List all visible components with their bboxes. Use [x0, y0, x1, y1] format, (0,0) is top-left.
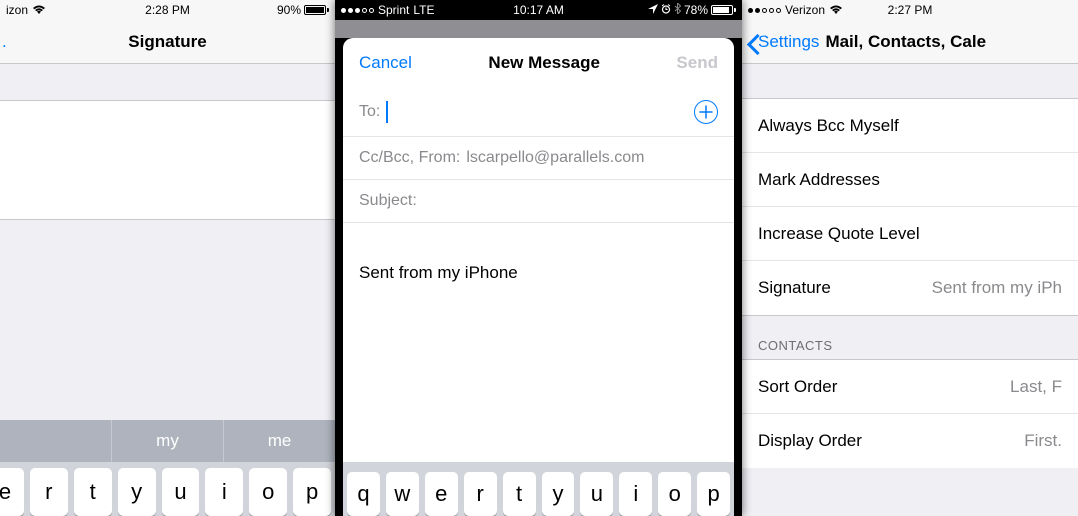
page-title: Signature — [0, 32, 335, 52]
status-bar: Verizon 2:27 PM — [742, 0, 1078, 20]
keyboard-row: e r t y u i o p — [0, 462, 335, 516]
row-increase-quote[interactable]: Increase Quote Level — [742, 207, 1078, 261]
bluetooth-icon — [674, 3, 681, 17]
panel-new-message: Sprint LTE 10:17 AM 78% Cancel New Messa… — [335, 0, 742, 516]
row-value: First. — [1024, 431, 1062, 451]
row-value: Sent from my iPh — [932, 278, 1062, 298]
compose-title: New Message — [488, 53, 600, 73]
row-label: Signature — [758, 278, 831, 298]
back-button[interactable]: Settings — [742, 32, 819, 52]
key[interactable]: u — [162, 468, 200, 516]
keyboard-suggestions: my me — [0, 420, 335, 462]
clock: 2:28 PM — [145, 3, 190, 17]
cancel-button[interactable]: Cancel — [359, 53, 412, 73]
send-button[interactable]: Send — [676, 53, 718, 73]
chevron-left-icon — [746, 35, 758, 55]
signal-dots-icon — [341, 8, 374, 13]
compose-nav: Cancel New Message Send — [343, 38, 734, 88]
row-signature[interactable]: Signature Sent from my iPh — [742, 261, 1078, 315]
row-value: Last, F — [1010, 377, 1062, 397]
carrier-label: Verizon — [785, 3, 825, 17]
key[interactable]: o — [249, 468, 287, 516]
row-label: Mark Addresses — [758, 170, 880, 190]
subject-label: Subject: — [359, 192, 417, 210]
clock: 2:27 PM — [888, 3, 933, 17]
carrier-label: Sprint — [378, 3, 409, 17]
key[interactable]: w — [386, 472, 419, 516]
key[interactable]: o — [658, 472, 691, 516]
key[interactable]: t — [74, 468, 112, 516]
key[interactable]: i — [619, 472, 652, 516]
add-contact-button[interactable] — [694, 100, 718, 124]
panel-mail-settings: Verizon 2:27 PM Settings Mail, Contacts,… — [742, 0, 1078, 516]
background-sheet — [335, 20, 742, 38]
key[interactable]: r — [464, 472, 497, 516]
keyboard: my me e r t y u i o p — [0, 420, 335, 516]
row-mark-addresses[interactable]: Mark Addresses — [742, 153, 1078, 207]
compose-sheet: Cancel New Message Send To: Cc/Bcc, From… — [343, 38, 734, 516]
clock: 10:17 AM — [513, 3, 564, 17]
ccbcc-label: Cc/Bcc, From: — [359, 149, 460, 167]
key[interactable]: e — [425, 472, 458, 516]
page-title: Mail, Contacts, Cale — [825, 32, 986, 52]
row-display-order[interactable]: Display Order First. — [742, 414, 1078, 468]
suggestion-key[interactable]: me — [224, 420, 335, 462]
battery-icon — [304, 5, 329, 15]
wifi-icon — [32, 5, 46, 15]
row-label: Increase Quote Level — [758, 224, 920, 244]
keyboard: q w e r t y u i o p — [343, 462, 734, 516]
key[interactable]: e — [0, 468, 24, 516]
keyboard-row: q w e r t y u i o p — [343, 462, 734, 516]
signal-dots-icon — [748, 8, 781, 13]
key[interactable]: y — [542, 472, 575, 516]
to-label: To: — [359, 103, 380, 121]
carrier-label: izon — [6, 3, 28, 17]
alarm-icon — [661, 3, 671, 17]
nav-bar: . Signature — [0, 20, 335, 64]
text-cursor — [386, 101, 388, 123]
status-bar: izon 2:28 PM 90% — [0, 0, 335, 20]
wifi-icon — [829, 5, 843, 15]
section-header-contacts: CONTACTS — [742, 316, 1078, 359]
row-sort-order[interactable]: Sort Order Last, F — [742, 360, 1078, 414]
battery-percent: 90% — [277, 3, 301, 17]
back-label: Settings — [758, 32, 819, 52]
to-field[interactable]: To: — [343, 88, 734, 137]
message-body[interactable]: Sent from my iPhone — [343, 223, 734, 283]
subject-field[interactable]: Subject: — [343, 180, 734, 223]
network-label: LTE — [413, 3, 434, 17]
key[interactable]: t — [503, 472, 536, 516]
battery-percent: 78% — [684, 3, 708, 17]
key[interactable]: p — [293, 468, 331, 516]
suggestion-key[interactable] — [0, 420, 112, 462]
row-label: Always Bcc Myself — [758, 116, 899, 136]
ccbcc-from-field[interactable]: Cc/Bcc, From: lscarpello@parallels.com — [343, 137, 734, 180]
signature-text-editor[interactable] — [0, 100, 335, 220]
key[interactable]: i — [205, 468, 243, 516]
location-icon — [648, 3, 658, 17]
contacts-list: Sort Order Last, F Display Order First. — [742, 359, 1078, 468]
battery-icon — [711, 5, 736, 15]
from-value: lscarpello@parallels.com — [466, 149, 644, 167]
row-label: Sort Order — [758, 377, 837, 397]
key[interactable]: p — [697, 472, 730, 516]
panel-signature: izon 2:28 PM 90% . Signature my me e r t… — [0, 0, 335, 516]
key[interactable]: q — [347, 472, 380, 516]
key[interactable]: r — [30, 468, 68, 516]
settings-list: Always Bcc Myself Mark Addresses Increas… — [742, 98, 1078, 316]
key[interactable]: y — [118, 468, 156, 516]
suggestion-key[interactable]: my — [112, 420, 224, 462]
nav-bar: Settings Mail, Contacts, Cale — [742, 20, 1078, 64]
status-bar: Sprint LTE 10:17 AM 78% — [335, 0, 742, 20]
key[interactable]: u — [580, 472, 613, 516]
row-always-bcc[interactable]: Always Bcc Myself — [742, 99, 1078, 153]
row-label: Display Order — [758, 431, 862, 451]
